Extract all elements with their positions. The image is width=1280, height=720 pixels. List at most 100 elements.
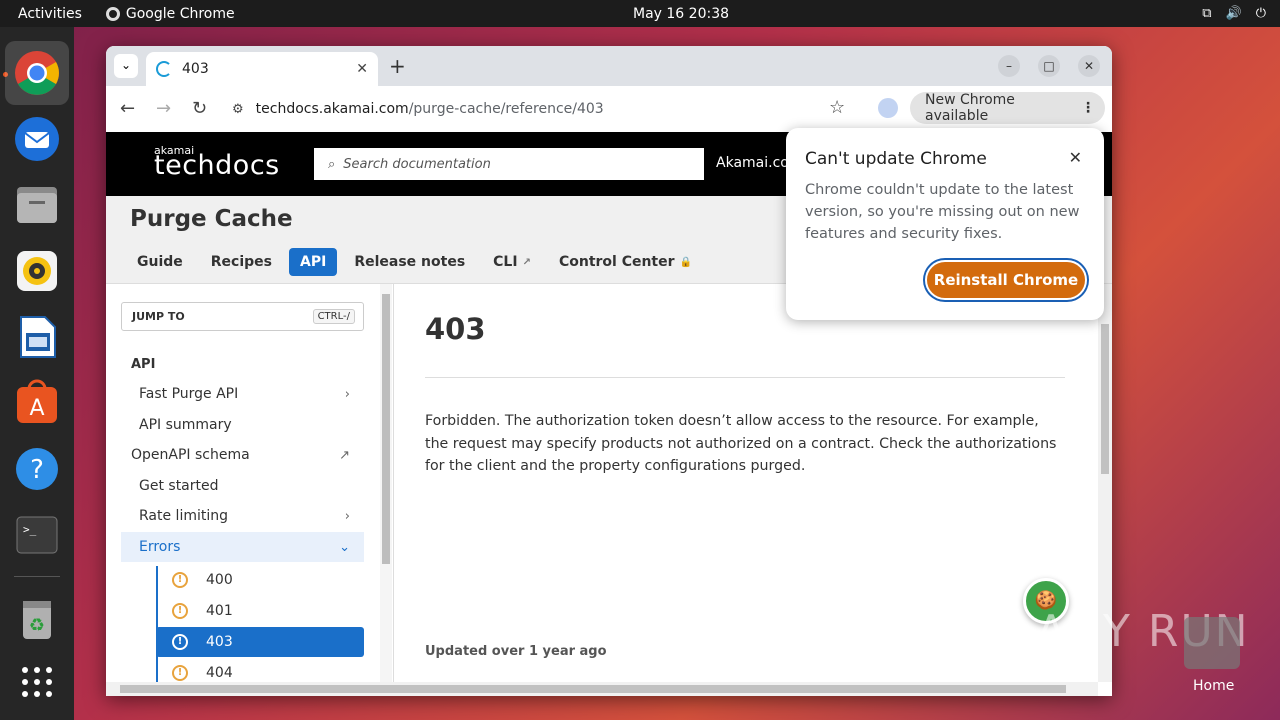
- tab-title: 403: [182, 61, 209, 77]
- tab-active[interactable]: 403 ✕: [146, 52, 378, 86]
- warning-icon: !: [172, 572, 188, 588]
- activities-button[interactable]: Activities: [18, 6, 82, 22]
- maximize-button[interactable]: □: [1038, 55, 1060, 77]
- back-button[interactable]: ←: [120, 98, 135, 119]
- close-window-button[interactable]: ✕: [1078, 55, 1100, 77]
- sidebar-item-label: 400: [206, 572, 233, 588]
- toolbar: ← → ↻ ⚙ techdocs.akamai.com/purge-cache/…: [106, 86, 1112, 132]
- new-chrome-available-button[interactable]: New Chrome available ⋮: [910, 92, 1105, 124]
- profile-avatar-icon[interactable]: [878, 98, 898, 118]
- forward-button[interactable]: →: [156, 98, 171, 119]
- sidebar-item-openapi-schema[interactable]: OpenAPI schema ↗: [121, 440, 364, 470]
- page-title: Purge Cache: [130, 206, 293, 232]
- power-icon[interactable]: ⏻: [1256, 6, 1266, 21]
- section-tabs: Guide Recipes API Release notes CLI ↗ Con…: [126, 248, 703, 276]
- sidebar-scrollbar[interactable]: [380, 284, 392, 696]
- clock[interactable]: May 16 20:38: [633, 6, 729, 22]
- update-pill-label: New Chrome available: [925, 92, 1015, 124]
- svg-text:>_: >_: [23, 523, 37, 536]
- tab-api[interactable]: API: [289, 248, 338, 276]
- reload-button[interactable]: ↻: [192, 98, 207, 119]
- warning-icon: !: [172, 665, 188, 681]
- sidebar-error-403[interactable]: ! 403: [156, 627, 364, 657]
- system-tray[interactable]: ⧉ 🔊 ⏻: [1202, 6, 1266, 21]
- tab-control-center-label: Control Center: [558, 254, 675, 270]
- dock-help[interactable]: ?: [12, 444, 62, 494]
- article-title: 403: [425, 312, 486, 346]
- article: 403 Forbidden. The authorization token d…: [395, 284, 1095, 696]
- rhythmbox-icon: [17, 251, 57, 291]
- help-icon: ?: [16, 448, 58, 490]
- more-menu-icon[interactable]: ⋮: [1081, 100, 1095, 116]
- horizontal-scrollbar[interactable]: [106, 682, 1098, 696]
- dock-rhythmbox[interactable]: [12, 246, 62, 296]
- sidebar: JUMP TO CTRL-/ API Fast Purge API › API …: [106, 284, 394, 696]
- lock-icon: 🔒: [679, 256, 692, 268]
- scrollbar-thumb[interactable]: [120, 685, 1066, 693]
- site-info-icon[interactable]: ⚙: [232, 102, 244, 117]
- warning-icon: !: [172, 634, 188, 650]
- new-tab-button[interactable]: +: [389, 54, 406, 78]
- sidebar-section-api: API: [131, 357, 156, 372]
- jump-to-input[interactable]: JUMP TO CTRL-/: [121, 302, 364, 331]
- sidebar-error-400[interactable]: ! 400: [156, 565, 364, 595]
- tab-cli[interactable]: CLI ↗: [482, 248, 542, 276]
- updated-timestamp: Updated over 1 year ago: [425, 644, 607, 659]
- tab-close-icon[interactable]: ✕: [356, 61, 368, 77]
- sidebar-item-label: API summary: [139, 417, 232, 433]
- tab-control-center[interactable]: Control Center 🔒: [548, 248, 703, 276]
- scrollbar-thumb[interactable]: [382, 294, 390, 564]
- reinstall-chrome-button[interactable]: Reinstall Chrome: [925, 260, 1087, 300]
- network-icon[interactable]: ⧉: [1202, 6, 1211, 21]
- app-center-icon: A: [17, 379, 57, 423]
- scrollbar-thumb[interactable]: [1101, 324, 1109, 474]
- search-input[interactable]: ⌕ Search documentation: [314, 148, 704, 180]
- writer-icon: [20, 316, 56, 358]
- dock-trash[interactable]: ♻: [12, 594, 62, 644]
- popup-body: Chrome couldn't update to the latest ver…: [805, 182, 1080, 242]
- dock-files[interactable]: [12, 180, 62, 230]
- tab-release-notes[interactable]: Release notes: [343, 248, 476, 276]
- tab-recipes[interactable]: Recipes: [200, 248, 283, 276]
- address-bar[interactable]: ⚙ techdocs.akamai.com/purge-cache/refere…: [226, 95, 866, 123]
- sidebar-item-errors[interactable]: Errors ⌄: [121, 532, 364, 562]
- dock-terminal[interactable]: >_: [12, 510, 62, 560]
- article-description: Forbidden. The authorization token doesn…: [425, 413, 1057, 474]
- tab-search-icon[interactable]: ⌄: [114, 54, 138, 78]
- home-folder-icon[interactable]: [1184, 617, 1240, 669]
- sidebar-item-fast-purge-api[interactable]: Fast Purge API ›: [121, 379, 364, 409]
- thunderbird-icon: [15, 117, 59, 161]
- app-menu[interactable]: Google Chrome: [105, 5, 235, 22]
- sidebar-item-label: 404: [206, 665, 233, 681]
- bookmark-star-icon[interactable]: ☆: [829, 97, 845, 118]
- sidebar-item-rate-limiting[interactable]: Rate limiting ›: [121, 501, 364, 531]
- chrome-icon: [15, 51, 59, 95]
- minimize-button[interactable]: –: [998, 55, 1020, 77]
- techdocs-logo[interactable]: techdocs: [154, 150, 280, 181]
- akamai-com-link[interactable]: Akamai.com: [716, 155, 786, 171]
- chrome-icon: [105, 6, 120, 21]
- sidebar-item-label: 403: [206, 634, 233, 650]
- jump-shortcut: CTRL-/: [312, 309, 355, 324]
- trash-icon: ♻: [23, 601, 51, 639]
- dock-app-center[interactable]: A: [12, 378, 62, 428]
- chevron-down-icon: ⌄: [339, 539, 350, 555]
- volume-icon[interactable]: 🔊: [1226, 6, 1242, 21]
- dock-chrome[interactable]: [5, 41, 69, 105]
- dock-thunderbird[interactable]: [12, 114, 62, 164]
- dock-app-grid[interactable]: [12, 657, 62, 707]
- app-name: Google Chrome: [125, 5, 235, 22]
- sidebar-item-get-started[interactable]: Get started: [121, 471, 364, 501]
- terminal-icon: >_: [16, 516, 58, 554]
- sidebar-item-label: Rate limiting: [139, 508, 228, 524]
- sidebar-error-401[interactable]: ! 401: [156, 596, 364, 626]
- tab-guide[interactable]: Guide: [126, 248, 194, 276]
- warning-icon: !: [172, 603, 188, 619]
- sidebar-item-api-summary[interactable]: API summary: [121, 410, 364, 440]
- files-icon: [17, 187, 57, 223]
- home-folder-label[interactable]: Home: [1193, 678, 1234, 694]
- dock-writer[interactable]: [12, 312, 62, 362]
- sidebar-item-label: OpenAPI schema: [131, 447, 250, 463]
- app-grid-icon: [22, 667, 52, 697]
- close-icon[interactable]: ✕: [1069, 148, 1082, 167]
